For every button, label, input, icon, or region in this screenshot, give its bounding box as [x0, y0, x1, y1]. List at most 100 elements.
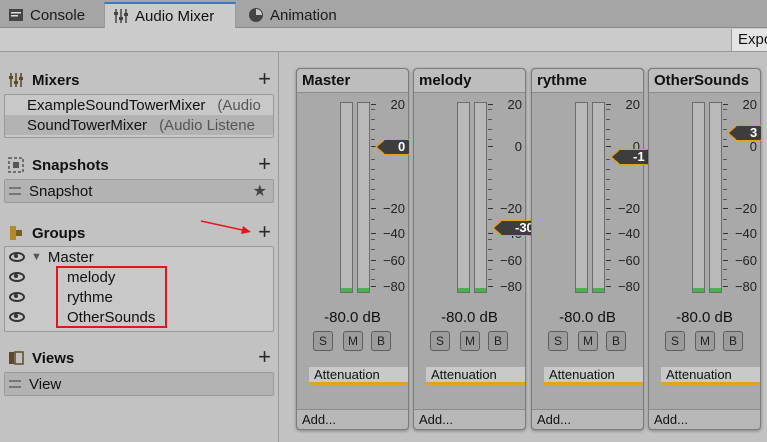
star-icon[interactable]: ★	[253, 181, 267, 201]
level-meter-left	[575, 102, 588, 293]
scale-tick	[488, 269, 492, 270]
bypass-button[interactable]: B	[371, 331, 391, 351]
bypass-button[interactable]: B	[488, 331, 508, 351]
strip-name: melody	[419, 72, 472, 89]
scale-tick	[488, 169, 492, 170]
strip-master: Master200−20−40−60−800-80.0 dBSMBAttenua…	[296, 68, 411, 430]
scale-tick	[606, 189, 610, 190]
scale-tick	[606, 219, 610, 220]
scale-tick	[488, 239, 492, 240]
attenuation-effect[interactable]: Attenuation	[544, 367, 643, 385]
snapshot-name: Snapshot	[29, 182, 93, 200]
scale-label: −20	[721, 201, 757, 216]
level-readout: -80.0 dB	[676, 309, 733, 326]
eye-icon[interactable]	[9, 272, 25, 282]
scale-tick	[488, 139, 492, 140]
attenuation-effect[interactable]: Attenuation	[661, 367, 760, 385]
tab-audio-mixer[interactable]: Audio Mixer	[104, 2, 236, 28]
volume-fader-handle[interactable]: 3	[726, 125, 763, 141]
scale-label: 0	[721, 139, 757, 154]
scale-label: −60	[486, 253, 522, 268]
window-tab-bar: Console Audio Mixer Animation	[0, 0, 767, 28]
level-readout: -80.0 dB	[324, 309, 381, 326]
annotation-box	[56, 266, 167, 328]
scale-tick	[488, 109, 492, 110]
add-group-button[interactable]: +	[258, 221, 271, 243]
tab-animation[interactable]: Animation	[240, 2, 360, 28]
add-mixer-button[interactable]: +	[258, 68, 271, 90]
scale-tick	[371, 249, 375, 250]
scale-tick	[723, 219, 727, 220]
volume-fader-handle[interactable]: 0	[374, 139, 411, 155]
solo-button[interactable]: S	[548, 331, 568, 351]
scale-label: −80	[604, 279, 640, 294]
list-item[interactable]: View	[5, 373, 273, 395]
tab-console[interactable]: Console	[0, 2, 100, 28]
scale-tick	[371, 159, 375, 160]
scale-tick	[723, 279, 727, 280]
scale-label: −80	[369, 279, 405, 294]
views-title: Views	[32, 349, 75, 367]
snapshots-header: Snapshots +	[8, 153, 273, 176]
add-effect-button[interactable]: Add...	[414, 409, 525, 429]
group-name: Master	[47, 248, 94, 266]
scale-tick	[606, 169, 610, 170]
mixer-subtitle: (Audio	[217, 96, 261, 114]
strip-rythme: rythme 20 0 −20 −40 −60 −80 -1 -80.0 dB S M B Attenu…	[531, 68, 650, 430]
scale-tick	[723, 169, 727, 170]
mixers-icon	[8, 72, 24, 88]
list-item[interactable]: SoundTowerMixer (Audio Listene	[5, 115, 273, 135]
mute-button[interactable]: M	[343, 331, 363, 351]
solo-button[interactable]: S	[430, 331, 450, 351]
export-button[interactable]: Expo	[731, 29, 767, 51]
volume-fader-handle[interactable]: -1	[610, 149, 650, 165]
scale-tick	[723, 119, 727, 120]
scale-tick	[371, 119, 375, 120]
volume-scale: 200−20−40−60−80	[369, 97, 409, 299]
tree-item-master[interactable]: ▼ Master	[5, 247, 273, 267]
bypass-button[interactable]: B	[606, 331, 626, 351]
scale-label: 0	[486, 139, 522, 154]
attenuation-effect[interactable]: Attenuation	[426, 367, 525, 385]
mixers-list: ExampleSoundTowerMixer (Audio SoundTower…	[4, 94, 274, 138]
mixer-left-panel: Mixers + ExampleSoundTowerMixer (Audio S…	[0, 52, 279, 442]
scale-label: −20	[486, 201, 522, 216]
eye-icon[interactable]	[9, 252, 25, 262]
add-effect-button[interactable]: Add...	[297, 409, 408, 429]
mute-button[interactable]: M	[695, 331, 715, 351]
strip-name: rythme	[537, 72, 588, 89]
bypass-button[interactable]: B	[723, 331, 743, 351]
scale-tick	[488, 189, 492, 190]
eye-icon[interactable]	[9, 292, 25, 302]
scale-tick	[723, 239, 727, 240]
scale-tick	[488, 129, 492, 130]
scale-tick	[371, 179, 375, 180]
scale-tick	[606, 199, 610, 200]
drag-handle-icon[interactable]	[9, 380, 21, 388]
expand-arrow-icon[interactable]: ▼	[31, 251, 42, 263]
add-view-button[interactable]: +	[258, 346, 271, 368]
list-item[interactable]: ExampleSoundTowerMixer (Audio	[5, 95, 273, 115]
volume-scale: 200−20−40−60−80	[604, 97, 644, 299]
views-list: View	[4, 372, 274, 396]
add-effect-button[interactable]: Add...	[649, 409, 760, 429]
solo-button[interactable]: S	[313, 331, 333, 351]
mute-button[interactable]: M	[578, 331, 598, 351]
solo-button[interactable]: S	[665, 331, 685, 351]
drag-handle-icon[interactable]	[9, 187, 21, 195]
scale-tick	[723, 249, 727, 250]
mute-button[interactable]: M	[460, 331, 480, 351]
scale-tick	[371, 239, 375, 240]
scale-tick	[371, 169, 375, 170]
add-snapshot-button[interactable]: +	[258, 153, 271, 175]
mixers-header: Mixers +	[8, 68, 273, 91]
level-readout: -80.0 dB	[559, 309, 616, 326]
list-item[interactable]: Snapshot ★	[5, 180, 273, 202]
scale-tick	[606, 279, 610, 280]
attenuation-effect[interactable]: Attenuation	[309, 367, 408, 385]
scale-tick	[723, 269, 727, 270]
add-effect-button[interactable]: Add...	[532, 409, 643, 429]
scale-tick	[488, 159, 492, 160]
tab-label: Console	[30, 6, 86, 24]
eye-icon[interactable]	[9, 312, 25, 322]
